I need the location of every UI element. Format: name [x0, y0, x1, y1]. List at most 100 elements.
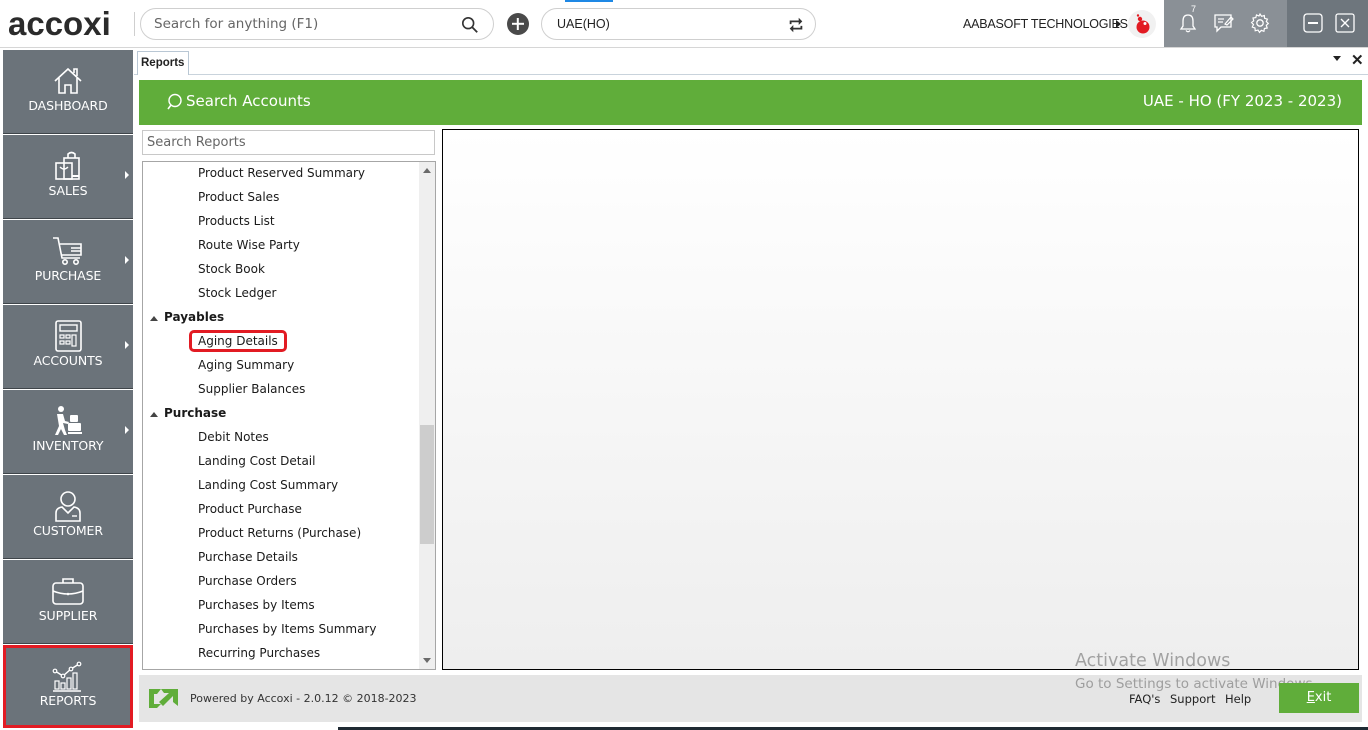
tree-item[interactable]: Aging Summary	[143, 354, 419, 378]
company-selector[interactable]: UAE(HO)	[541, 8, 816, 40]
tree-item-label: Product Returns (Purchase)	[198, 526, 362, 540]
company-selector-value: UAE(HO)	[557, 17, 610, 31]
tree-item-label: Landing Cost Summary	[198, 478, 339, 492]
fiscal-year-label: UAE - HO (FY 2023 - 2023)	[1142, 92, 1342, 110]
org-caret-icon[interactable]	[1116, 20, 1121, 28]
search-icon[interactable]	[167, 93, 184, 111]
tree-item-label: Products List	[198, 214, 275, 228]
organization-name[interactable]: AABASOFT TECHNOLOGIES	[963, 17, 1128, 31]
tree-item-label: Stock Ledger	[198, 286, 277, 300]
close-tab-icon[interactable]: ✕	[1351, 51, 1364, 69]
person-icon	[55, 491, 81, 522]
sidebar-item-sales[interactable]: SALES	[3, 135, 133, 219]
trolley-worker-icon	[55, 406, 82, 435]
tree-item[interactable]: Product Returns (Purchase)	[143, 522, 419, 546]
sidebar-item-label: INVENTORY	[32, 438, 104, 453]
tree-item-label: Product Purchase	[198, 502, 302, 516]
message-edit-icon[interactable]	[1213, 12, 1235, 34]
sidebar-item-customer[interactable]: CUSTOMER	[3, 475, 133, 559]
tree-group-label: Purchase	[164, 406, 227, 420]
tree-item[interactable]: Purchase Orders	[143, 570, 419, 594]
tree-item[interactable]: Supplier Balances	[143, 378, 419, 402]
home-icon	[54, 67, 82, 94]
tree-item-label: Purchase Details	[198, 550, 298, 564]
tree-item[interactable]: Purchase Details	[143, 546, 419, 570]
search-reports[interactable]	[142, 130, 435, 155]
tree-item-label: Supplier Balances	[198, 382, 306, 396]
logo-text: accoxi	[8, 5, 111, 42]
tree-item-label: Aging Summary	[198, 358, 295, 372]
sidebar-item-dashboard[interactable]: DASHBOARD	[3, 50, 133, 134]
tree-item[interactable]: Purchases by Items Summary	[143, 618, 419, 642]
powered-by-text: Powered by Accoxi - 2.0.12 © 2018-2023	[190, 692, 417, 705]
tree-item[interactable]: Stock Book	[143, 258, 419, 282]
tree-item-label: Product Reserved Summary	[198, 166, 366, 180]
tree-item-label: Debit Notes	[198, 430, 269, 444]
tree-item[interactable]: Product Sales	[143, 186, 419, 210]
tree-item[interactable]: Products List	[143, 210, 419, 234]
top-accent-line	[565, 0, 613, 2]
search-accounts-button[interactable]: Search Accounts	[186, 92, 311, 110]
tree-item[interactable]: Purchases by Items	[143, 594, 419, 618]
scroll-up-icon[interactable]	[423, 168, 431, 173]
sidebar-item-label: PURCHASE	[34, 268, 102, 283]
switch-company-icon[interactable]	[787, 16, 805, 34]
sidebar-item-reports[interactable]: REPORTS	[3, 645, 133, 728]
tree-item[interactable]: Recurring Purchases	[143, 642, 419, 666]
tree-item[interactable]: Landing Cost Detail	[143, 450, 419, 474]
tree-group[interactable]: Purchase	[143, 402, 419, 426]
search-reports-input[interactable]	[143, 131, 434, 154]
submenu-arrow-icon	[125, 256, 129, 264]
tree-item[interactable]: Stock Ledger	[143, 282, 419, 306]
tree-item-label: Product Sales	[198, 190, 280, 204]
submenu-arrow-icon	[125, 426, 129, 434]
help-link[interactable]: Help	[1225, 692, 1251, 706]
global-search[interactable]	[140, 8, 494, 40]
exit-label: xit	[1314, 690, 1332, 705]
tree-item[interactable]: Route Wise Party	[143, 234, 419, 258]
scrollbar-thumb[interactable]	[420, 425, 434, 545]
minimize-icon[interactable]	[1302, 12, 1324, 34]
tree-item[interactable]: Debit Notes	[143, 426, 419, 450]
scroll-down-icon[interactable]	[423, 658, 431, 663]
tree-scrollbar[interactable]	[419, 162, 435, 669]
add-new-button[interactable]	[507, 13, 529, 35]
avatar-logo-icon	[1136, 14, 1150, 34]
tree-item-label: Aging Details	[189, 330, 287, 352]
search-icon[interactable]	[461, 16, 479, 34]
sidebar-item-inventory[interactable]: INVENTORY	[3, 390, 133, 474]
tree-item[interactable]: Aging Details	[143, 330, 419, 354]
briefcase-icon	[52, 578, 84, 605]
tree-item-label: Purchases by Items Summary	[198, 622, 377, 636]
close-app-icon[interactable]	[1334, 12, 1356, 34]
tab-reports[interactable]: Reports	[137, 51, 189, 75]
reports-header: Search Accounts UAE - HO (FY 2023 - 2023…	[139, 80, 1362, 125]
tree-group-label: Payables	[164, 310, 225, 324]
faq-link[interactable]: FAQ's	[1129, 692, 1160, 706]
tree-item[interactable]: Landing Cost Summary	[143, 474, 419, 498]
sidebar-item-label: SUPPLIER	[38, 608, 98, 623]
support-link[interactable]: Support	[1170, 692, 1215, 706]
sidebar-item-label: CUSTOMER	[33, 523, 103, 538]
tree-item[interactable]: Product Purchase	[143, 498, 419, 522]
accoxi-logo[interactable]: accoxi	[8, 5, 111, 42]
tab-dropdown-icon[interactable]	[1333, 56, 1341, 61]
bell-icon[interactable]	[1177, 12, 1199, 34]
sidebar-item-label: DASHBOARD	[28, 98, 108, 113]
activate-windows-title: Activate Windows	[1075, 651, 1231, 671]
collapse-caret-icon[interactable]	[150, 316, 158, 321]
exit-button[interactable]: Exit	[1279, 683, 1359, 713]
user-avatar[interactable]	[1128, 10, 1156, 38]
tree-item-label: Recurring Purchases	[198, 646, 321, 660]
tree-group[interactable]: Payables	[143, 306, 419, 330]
collapse-caret-icon[interactable]	[150, 412, 158, 417]
chart-icon	[52, 661, 82, 692]
sidebar-item-purchase[interactable]: PURCHASE	[3, 220, 133, 304]
sidebar-item-supplier[interactable]: SUPPLIER	[3, 560, 133, 644]
gear-icon[interactable]	[1249, 12, 1271, 34]
tree-item[interactable]: Product Reserved Summary	[143, 162, 419, 186]
sidebar-item-accounts[interactable]: ACCOUNTS	[3, 305, 133, 389]
global-search-input[interactable]	[154, 9, 454, 39]
submenu-arrow-icon	[125, 341, 129, 349]
reports-tree: Recurring Purchases Purchases by Items Su…	[142, 161, 436, 670]
